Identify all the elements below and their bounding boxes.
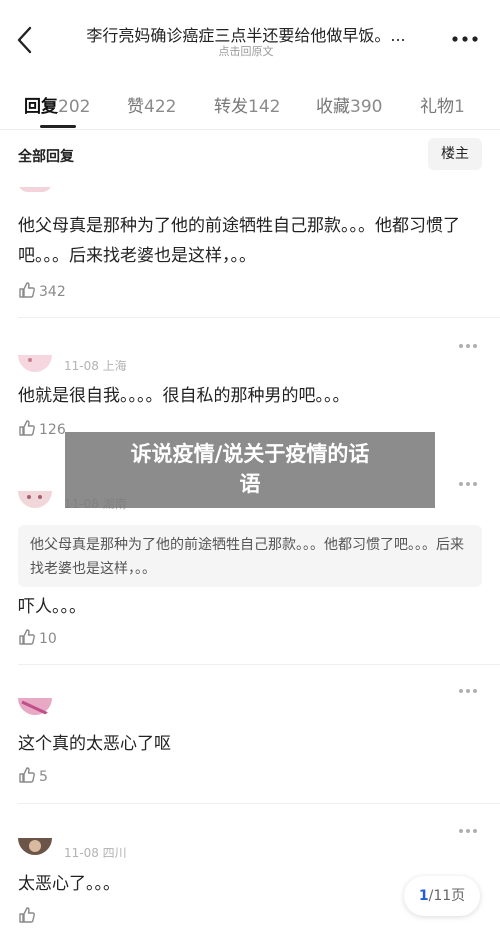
- avatar[interactable]: [18, 491, 52, 511]
- comment-meta: 11-08 四川: [64, 846, 127, 860]
- tab-replies[interactable]: 回复202: [24, 92, 90, 117]
- like-button[interactable]: 342: [18, 281, 66, 301]
- tab-count: 202: [58, 97, 91, 117]
- tab-favorites[interactable]: 收藏390: [316, 92, 382, 117]
- page-indicator[interactable]: 1/11页: [404, 876, 480, 916]
- comment-more-icon[interactable]: [458, 481, 478, 487]
- current-page: 1: [418, 888, 429, 904]
- divider: [18, 664, 500, 665]
- comment-text: 他就是很自我。。。。很自私的那种男的吧。。。: [18, 386, 350, 406]
- tab-count: 390: [350, 97, 383, 117]
- tab-label: 赞: [127, 97, 144, 117]
- thumbs-up-icon: [19, 767, 35, 783]
- tab-count: 422: [144, 97, 177, 117]
- like-button[interactable]: 126: [18, 419, 66, 439]
- thumbs-up-icon: [19, 420, 35, 436]
- comment-text: 他父母真是那种为了他的前途牺牲自己那款。。。他都习惯了吧。。。后来找老婆也是这样…: [18, 216, 460, 266]
- like-button[interactable]: [18, 906, 39, 926]
- avatar[interactable]: [18, 698, 52, 718]
- all-replies-filter[interactable]: 全部回复: [18, 146, 74, 166]
- back-to-original-link[interactable]: 点击回原文: [56, 43, 436, 59]
- back-arrow-icon[interactable]: [14, 26, 36, 54]
- like-count: 126: [39, 422, 66, 438]
- sort-row: 全部回复 楼主: [0, 130, 500, 182]
- comment-more-icon[interactable]: [458, 828, 478, 834]
- total-pages: /11页: [428, 888, 466, 904]
- active-tab-indicator: [40, 125, 76, 128]
- tab-bar: 回复202 赞422 转发142 收藏390 礼物1: [0, 82, 500, 130]
- quoted-reply[interactable]: 他父母真是那种为了他的前途牺牲自己那款。。。他都习惯了吧。。。后来找老婆也是这样…: [18, 525, 482, 587]
- tab-label: 收藏: [316, 97, 350, 117]
- comment-item: 这个真的太恶心了呕 5: [0, 680, 500, 804]
- like-count: 342: [39, 284, 66, 300]
- like-button[interactable]: 10: [18, 628, 57, 648]
- thumbs-up-icon: [19, 282, 35, 298]
- like-button[interactable]: 5: [18, 766, 48, 786]
- comment-text: 吓人。。。: [18, 597, 86, 617]
- tab-label: 回复: [24, 97, 58, 117]
- overlay-caption: 诉说疫情/说关于疫情的话 语: [65, 432, 435, 508]
- more-options-icon[interactable]: [452, 36, 478, 42]
- divider: [18, 803, 500, 804]
- comment-item: 他父母真是那种为了他的前途牺牲自己那款。。。他都习惯了吧。。。后来找老婆也是这样…: [0, 182, 500, 318]
- tab-count: 142: [248, 97, 281, 117]
- tab-reposts[interactable]: 转发142: [214, 92, 280, 117]
- avatar[interactable]: [18, 838, 52, 858]
- avatar[interactable]: [18, 355, 52, 375]
- comment-text: 这个真的太恶心了呕: [18, 734, 171, 754]
- overlay-line-1: 诉说疫情/说关于疫情的话: [130, 442, 370, 466]
- top-bar: 李行亮妈确诊癌症三点半还要给他做早饭。... 点击回原文: [0, 0, 500, 72]
- tab-label: 礼物: [420, 97, 454, 117]
- thumbs-up-icon: [19, 907, 35, 923]
- like-count: 5: [39, 769, 48, 785]
- overlay-line-2: 语: [239, 472, 261, 496]
- comment-more-icon[interactable]: [458, 688, 478, 694]
- thumbs-up-icon: [19, 629, 35, 645]
- like-count: 10: [39, 631, 57, 647]
- avatar[interactable]: [18, 182, 52, 192]
- op-only-button[interactable]: 楼主: [428, 138, 482, 170]
- tab-count: 1: [454, 97, 465, 117]
- divider: [18, 317, 500, 318]
- tab-gifts[interactable]: 礼物1: [420, 92, 465, 117]
- tab-likes[interactable]: 赞422: [127, 92, 176, 117]
- comment-meta: 11-08 上海: [64, 359, 127, 373]
- comment-more-icon[interactable]: [458, 343, 478, 349]
- tab-label: 转发: [214, 97, 248, 117]
